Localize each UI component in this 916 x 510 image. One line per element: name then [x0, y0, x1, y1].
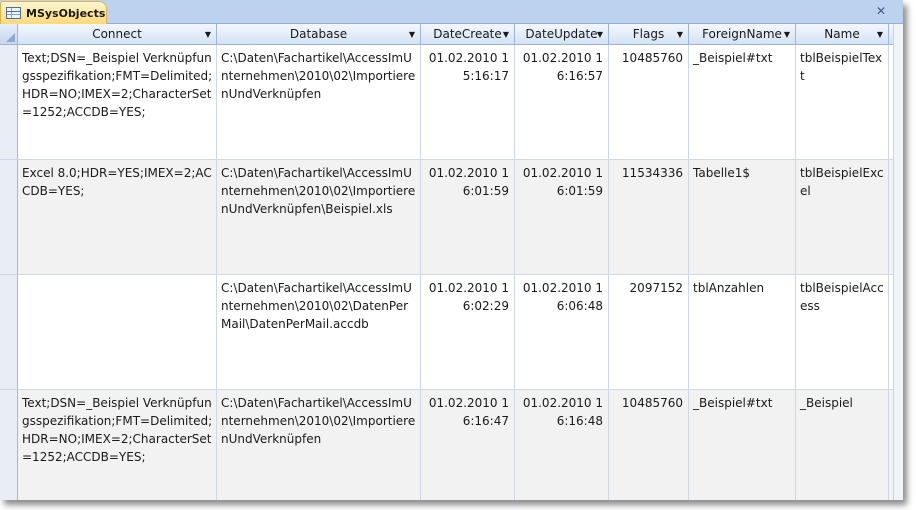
cell-name[interactable]: tblBeispielExcel: [796, 160, 889, 274]
cell-database[interactable]: C:\Daten\Fachartikel\AccessImUnternehmen…: [217, 390, 421, 500]
table-row[interactable]: Text;DSN=_Beispiel Verknüpfungsspezifika…: [0, 45, 903, 160]
cell-datecreate[interactable]: 01.02.2010 16:01:59: [421, 160, 515, 274]
table-row[interactable]: Excel 8.0;HDR=YES;IMEX=2;ACCDB=YES; C:\D…: [0, 160, 903, 275]
cell-connect[interactable]: [18, 275, 217, 389]
dropdown-arrow-icon[interactable]: ▼: [677, 30, 683, 39]
cell-datecreate[interactable]: 01.02.2010 16:16:47: [421, 390, 515, 500]
datasheet-grid: Connect ▼ Database ▼ DateCreate ▼ DateUp…: [0, 24, 903, 500]
cell-foreignname[interactable]: tblAnzahlen: [689, 275, 796, 389]
column-header-label: DateUpdate: [525, 27, 598, 41]
cell-dateupdate[interactable]: 01.02.2010 16:01:59: [515, 160, 609, 274]
cell-database[interactable]: C:\Daten\Fachartikel\AccessImUnternehmen…: [217, 45, 421, 159]
cell-name[interactable]: tblBeispielText: [796, 45, 889, 159]
cell-datecreate[interactable]: 01.02.2010 15:16:17: [421, 45, 515, 159]
column-header-connect[interactable]: Connect ▼: [18, 24, 217, 44]
table-row[interactable]: Text;DSN=_Beispiel Verknüpfungsspezifika…: [0, 390, 903, 500]
dropdown-arrow-icon[interactable]: ▼: [503, 30, 509, 39]
cell-connect[interactable]: Excel 8.0;HDR=YES;IMEX=2;ACCDB=YES;: [18, 160, 217, 274]
cell-flags[interactable]: 10485760: [609, 45, 689, 159]
cell-foreignname[interactable]: _Beispiel#txt: [689, 45, 796, 159]
cell-connect[interactable]: Text;DSN=_Beispiel Verknüpfungsspezifika…: [18, 45, 217, 159]
dropdown-arrow-icon[interactable]: ▼: [597, 30, 603, 39]
record-selector[interactable]: [0, 275, 18, 389]
select-all-button[interactable]: [0, 24, 18, 44]
column-header-label: Connect: [92, 27, 142, 41]
close-icon[interactable]: ✕: [874, 4, 888, 18]
cell-datecreate[interactable]: 01.02.2010 16:02:29: [421, 275, 515, 389]
cell-dateupdate[interactable]: 01.02.2010 16:06:48: [515, 275, 609, 389]
cell-flags[interactable]: 2097152: [609, 275, 689, 389]
record-selector[interactable]: [0, 45, 18, 159]
cell-connect[interactable]: Text;DSN=_Beispiel Verknüpfungsspezifika…: [18, 390, 217, 500]
dropdown-arrow-icon[interactable]: ▼: [205, 30, 211, 39]
cell-dateupdate[interactable]: 01.02.2010 16:16:57: [515, 45, 609, 159]
column-header-label: ForeignName: [702, 27, 782, 41]
dropdown-arrow-icon[interactable]: ▼: [784, 30, 790, 39]
cell-dateupdate[interactable]: 01.02.2010 16:16:48: [515, 390, 609, 500]
datasheet-window: MSysObjects ✕ Connect ▼ Database ▼ DateC…: [0, 0, 903, 500]
document-tab-strip: MSysObjects ✕: [0, 0, 903, 24]
cell-database[interactable]: C:\Daten\Fachartikel\AccessImUnternehmen…: [217, 160, 421, 274]
cell-name[interactable]: tblBeispielAccess: [796, 275, 889, 389]
cell-flags[interactable]: 10485760: [609, 390, 689, 500]
column-header-label: DateCreate: [433, 27, 502, 41]
column-header-name[interactable]: Name ▼: [796, 24, 889, 44]
table-row[interactable]: C:\Daten\Fachartikel\AccessImUnternehmen…: [0, 275, 903, 390]
column-header-dateupdate[interactable]: DateUpdate ▼: [515, 24, 609, 44]
cell-foreignname[interactable]: _Beispiel#txt: [689, 390, 796, 500]
table-icon: [6, 7, 21, 19]
column-header-label: Database: [289, 27, 348, 41]
column-header-label: Name: [824, 27, 860, 41]
column-header-foreignname[interactable]: ForeignName ▼: [689, 24, 796, 44]
column-header-database[interactable]: Database ▼: [217, 24, 421, 44]
record-selector[interactable]: [0, 160, 18, 274]
column-header-flags[interactable]: Flags ▼: [609, 24, 689, 44]
cell-database[interactable]: C:\Daten\Fachartikel\AccessImUnternehmen…: [217, 275, 421, 389]
cell-foreignname[interactable]: Tabelle1$: [689, 160, 796, 274]
vertical-scrollbar[interactable]: [893, 24, 903, 500]
cell-flags[interactable]: 11534336: [609, 160, 689, 274]
dropdown-arrow-icon[interactable]: ▼: [409, 30, 415, 39]
tab-label: MSysObjects: [26, 6, 106, 20]
dropdown-arrow-icon[interactable]: ▼: [877, 30, 883, 39]
column-header-datecreate[interactable]: DateCreate ▼: [421, 24, 515, 44]
tab-msysobjects[interactable]: MSysObjects: [0, 1, 107, 24]
record-selector[interactable]: [0, 390, 18, 500]
column-header-label: Flags: [632, 27, 665, 41]
column-header-row: Connect ▼ Database ▼ DateCreate ▼ DateUp…: [0, 24, 903, 45]
cell-name[interactable]: _Beispiel: [796, 390, 889, 500]
